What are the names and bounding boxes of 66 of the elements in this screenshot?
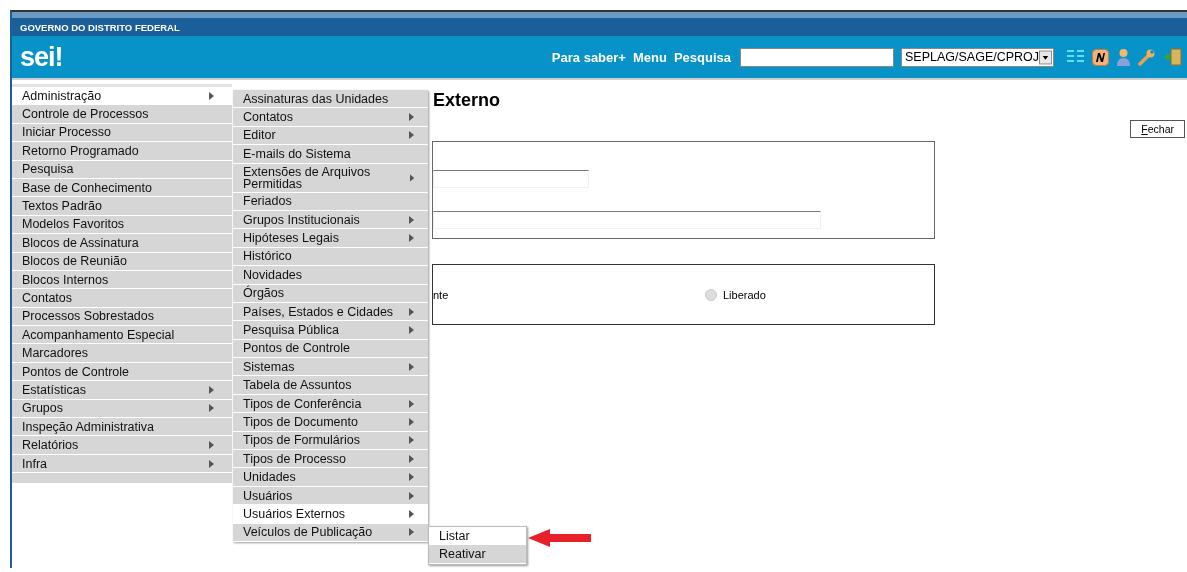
menu-item[interactable]: Administração — [12, 87, 232, 106]
menu-item[interactable]: Extensões de Arquivos Permitidas — [233, 163, 428, 193]
menu-item[interactable]: Acompanhamento Especial — [12, 326, 232, 345]
menu-item[interactable]: Reativar — [429, 545, 526, 564]
page-title: Externo — [432, 90, 501, 111]
menu-item[interactable]: Tipos de Formulários — [233, 431, 428, 451]
menu-item[interactable]: Processos Sobrestados — [12, 307, 232, 327]
menu-item[interactable]: Grupos Institucionais — [233, 210, 428, 230]
menu-item[interactable]: Grupos — [12, 399, 232, 419]
menu-item[interactable]: Blocos de Assinatura — [12, 234, 232, 253]
menu-item[interactable]: Infra — [12, 454, 232, 474]
radio-button[interactable] — [705, 288, 717, 301]
menu-item[interactable]: Modelos Favoritos — [12, 215, 232, 235]
menu-item[interactable]: Hipóteses Legais — [233, 229, 428, 248]
header-link[interactable]: Menu — [632, 49, 667, 65]
menu-item[interactable]: Blocos Internos — [12, 270, 232, 290]
menu-item[interactable]: E-mails do Sistema — [233, 145, 428, 164]
menu-item[interactable]: Usuários Externos — [233, 505, 428, 524]
menu-item[interactable]: Pontos de Controle — [233, 339, 428, 359]
menu-item[interactable]: Marcadores — [12, 344, 232, 363]
menu-item[interactable]: Sistemas — [233, 358, 428, 377]
menu-item[interactable]: Países, Estados e Cidades — [233, 302, 428, 322]
input-field[interactable] — [433, 170, 589, 188]
menu-item[interactable]: Novidades — [233, 266, 428, 285]
logo[interactable]: sei! — [20, 41, 63, 73]
wrench-icon[interactable] — [1138, 48, 1156, 66]
menu-item[interactable]: Tipos de Conferência — [233, 394, 428, 414]
menu-item[interactable]: Iniciar Processo — [12, 123, 232, 143]
menu-item[interactable]: Unidades — [233, 468, 428, 487]
menu-item[interactable]: Blocos de Reunião — [12, 252, 232, 271]
list-icon[interactable] — [1067, 49, 1085, 65]
menu-item[interactable]: Pesquisa — [12, 160, 232, 179]
menu-item[interactable]: Pesquisa Pública — [233, 321, 428, 340]
menu-item[interactable]: Tipos de Documento — [233, 413, 428, 432]
exit-icon[interactable] — [1163, 48, 1183, 66]
menu-item[interactable]: Relatórios — [12, 436, 232, 455]
menu-item[interactable]: Órgãos — [233, 284, 428, 303]
menu-item[interactable]: Veículos de Publicação — [233, 523, 428, 542]
menu-item[interactable]: Feriados — [233, 192, 428, 211]
menu-item[interactable]: Histórico — [233, 247, 428, 267]
menu-item[interactable]: Inspeção Administrativa — [12, 418, 232, 437]
menu-item[interactable]: Pontos de Controle — [12, 362, 232, 382]
menu-item[interactable]: Retorno Programado — [12, 142, 232, 161]
search-field[interactable] — [740, 47, 894, 67]
user-icon[interactable] — [1116, 48, 1131, 66]
menu-item[interactable]: Estatísticas — [12, 381, 232, 400]
unit-dropdown[interactable]: SEPLAG/SAGE/CPROJ — [901, 47, 1054, 67]
agency-name: GOVERNO DO DISTRITO FEDERAL — [20, 21, 180, 33]
arrow-icon — [528, 528, 592, 548]
menu-item[interactable]: Editor — [233, 126, 428, 146]
menu-item[interactable]: Base de Conhecimento — [12, 178, 232, 198]
menu-item[interactable]: Contatos — [233, 108, 428, 127]
menu-item[interactable]: Contatos — [12, 289, 232, 308]
menu-item[interactable]: Tabela de Assuntos — [233, 376, 428, 395]
input-field[interactable] — [433, 211, 821, 229]
header-link[interactable]: Pesquisa — [673, 49, 731, 65]
header-link[interactable]: Para saber+ — [551, 49, 626, 65]
option-label: Liberado — [723, 288, 766, 301]
option-label: nte — [433, 288, 450, 301]
close-button[interactable]: Fechar — [1130, 120, 1185, 138]
menu-item[interactable]: Controle de Processos — [12, 105, 232, 124]
menu-item[interactable]: Textos Padrão — [12, 197, 232, 216]
menu-item[interactable]: Assinaturas das Unidades — [233, 90, 428, 109]
menu-item[interactable]: Listar — [429, 527, 526, 546]
menu-item[interactable]: Tipos de Processo — [233, 450, 428, 469]
news-icon[interactable] — [1092, 48, 1109, 66]
